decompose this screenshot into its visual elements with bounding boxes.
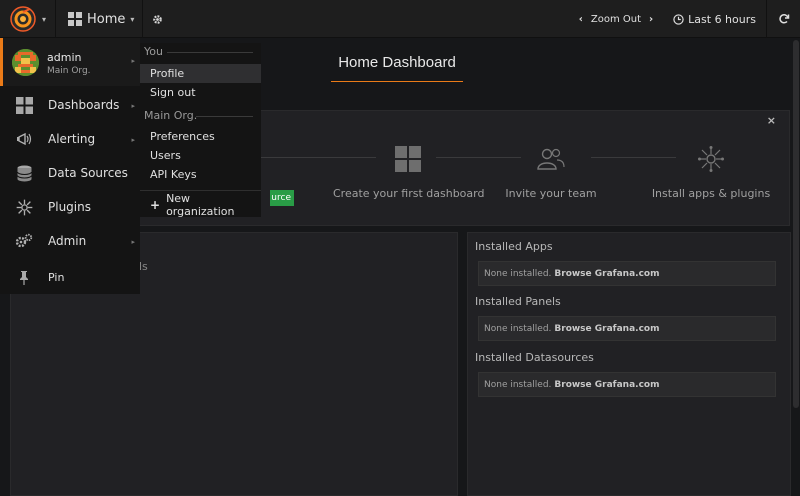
sidemenu-item-label: Alerting [48,132,96,146]
user-dropdown-menu: You Profile Sign out Main Org. Preferenc… [140,43,261,218]
sidemenu-item-alerting[interactable]: Alerting ▸ [0,122,140,156]
sidemenu-item-plugins[interactable]: Plugins [0,190,140,224]
chevron-right-icon: ▸ [131,238,135,246]
chevron-down-icon: ▾ [42,14,47,24]
users-menu-item[interactable]: Users [140,146,261,165]
chevron-right-icon: ▸ [131,57,135,65]
new-organization-menu-item[interactable]: + New organization [140,192,261,218]
sidemenu-item-admin[interactable]: Admin ▸ [0,224,140,258]
step-install-apps[interactable]: Install apps & plugins [641,143,781,200]
alert-icon [16,132,31,145]
refresh-icon [778,14,789,24]
dropdown-section-org: Main Org. [144,109,198,122]
top-navbar: ▾ Home ▾ ‹ Zoom Out › Last 6 hours [0,0,800,38]
chevron-right-icon: ▸ [131,102,135,110]
dropdown-section-you: You [144,45,163,58]
time-controls: ‹ Zoom Out › Last 6 hours [579,0,800,38]
grafana-logo-button[interactable]: ▾ [0,0,56,38]
preferences-menu-item[interactable]: Preferences [140,127,261,146]
installed-datasources-heading: Installed Datasources [475,351,594,364]
sidemenu-item-label: Dashboards [48,98,120,112]
users-icon [537,148,565,170]
plugin-list-panel: Installed Apps None installed. Browse Gr… [467,232,791,496]
gear-icon [152,14,162,24]
refresh-button[interactable] [766,0,800,38]
clock-icon [673,13,684,25]
plugins-icon [16,199,32,215]
browse-grafana-link[interactable]: Browse Grafana.com [554,324,659,334]
api-keys-menu-item[interactable]: API Keys [140,165,261,184]
dashboard-grid-icon [68,12,82,26]
empty-text: None installed. [484,268,552,279]
installed-panels-heading: Installed Panels [475,295,561,308]
new-organization-label: New organization [166,191,235,218]
time-range-button[interactable]: Last 6 hours [663,13,766,26]
dashboards-icon [15,96,33,114]
installed-apps-heading: Installed Apps [475,240,553,253]
sign-out-menu-item[interactable]: Sign out [140,83,261,102]
browse-grafana-link[interactable]: Browse Grafana.com [554,380,659,390]
sidemenu-item-data-sources[interactable]: Data Sources [0,156,140,190]
avatar [12,49,39,76]
user-menu-item[interactable]: admin Main Org. ▸ [0,38,140,86]
dashboard-grid-icon [395,146,421,172]
chevron-down-icon: ▾ [130,14,135,24]
installed-apps-empty: None installed. Browse Grafana.com [478,261,776,286]
zoom-out-button[interactable]: Zoom Out [591,14,641,25]
empty-text: None installed. [484,323,552,334]
page-title-text: Home Dashboard [338,54,456,71]
user-org: Main Org. [47,66,91,76]
database-icon [16,165,32,181]
time-range-label: Last 6 hours [688,12,756,26]
sidemenu: admin Main Org. ▸ Dashboards ▸ Alerting … [0,38,140,294]
browse-grafana-link[interactable]: Browse Grafana.com [554,269,659,279]
empty-text: None installed. [484,379,552,390]
dashboard-picker-button[interactable]: Home ▾ [57,0,143,38]
installed-panels-empty: None installed. Browse Grafana.com [478,316,776,341]
step-create-dashboard[interactable]: Create your first dashboard [333,143,485,200]
dashboard-picker-label: Home [87,11,126,27]
zoom-controls: ‹ Zoom Out › [579,14,663,25]
grafana-logo-icon [10,6,36,32]
profile-menu-item[interactable]: Profile [140,64,261,83]
chevron-right-icon[interactable]: › [649,14,653,25]
step-invite-team[interactable]: Invite your team [501,143,601,200]
pin-icon [20,270,28,285]
plus-icon: + [150,197,161,212]
add-data-source-button[interactable]: urce [270,190,294,206]
divider [196,116,253,117]
dashboard-settings-button[interactable] [144,0,170,38]
step-label: Create your first dashboard [333,187,485,200]
divider [167,52,253,53]
sidemenu-item-pin[interactable]: Pin [0,260,140,294]
page-title: Home Dashboard [331,54,463,82]
plugins-icon [698,146,724,172]
sidemenu-item-label: Admin [48,234,87,248]
chevron-left-icon[interactable]: ‹ [579,14,583,25]
step-label: Invite your team [505,187,597,200]
sidemenu-item-label: Pin [48,270,65,284]
chevron-right-icon: ▸ [131,136,135,144]
sidemenu-item-label: Data Sources [48,166,128,180]
page-scrollbar[interactable] [793,40,799,408]
user-name: admin [47,51,82,64]
sidemenu-item-dashboards[interactable]: Dashboards ▸ [0,88,140,122]
sidemenu-item-label: Plugins [48,200,91,214]
close-icon[interactable]: × [767,114,776,127]
step-label: Install apps & plugins [651,187,771,200]
admin-gear-icon [15,233,33,248]
installed-datasources-empty: None installed. Browse Grafana.com [478,372,776,397]
